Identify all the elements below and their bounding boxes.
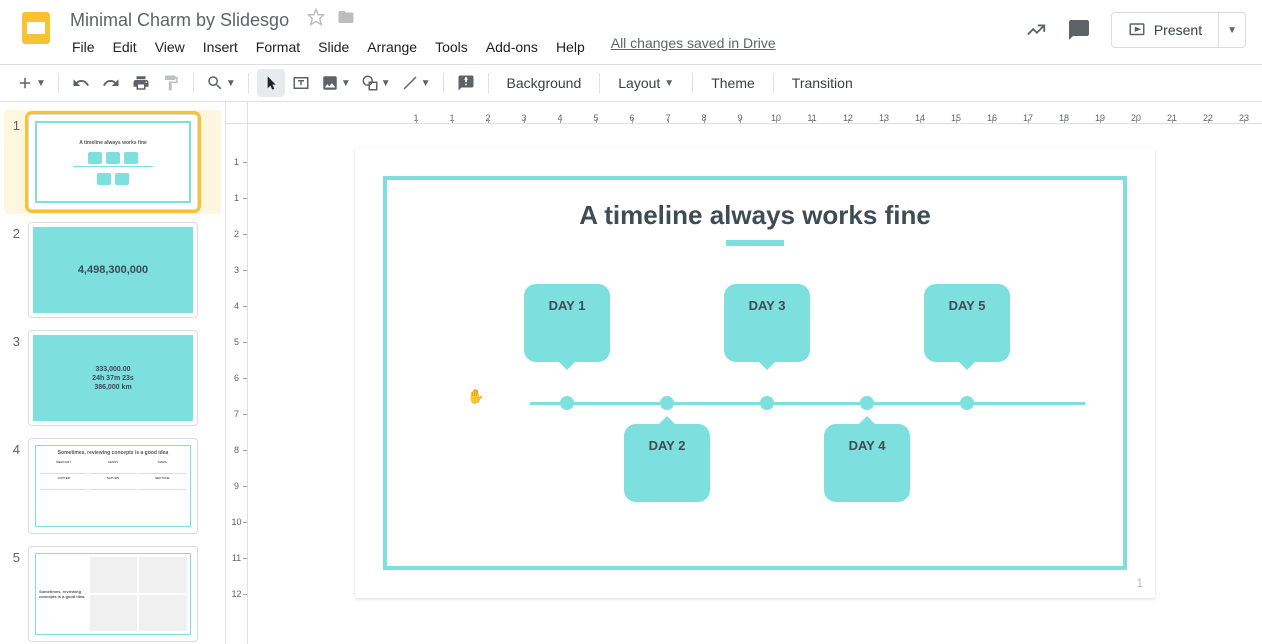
shape-tool[interactable]: ▼ bbox=[357, 69, 395, 97]
header-right: Present ▼ bbox=[1025, 8, 1246, 48]
slide-thumb-2[interactable]: 2 4,498,300,000 bbox=[4, 222, 221, 318]
slides-logo-icon[interactable] bbox=[16, 8, 56, 48]
canvas-area: 1123456789101112131415161718192021222324… bbox=[226, 102, 1262, 644]
slide-frame bbox=[383, 176, 1127, 570]
save-status[interactable]: All changes saved in Drive bbox=[611, 35, 776, 59]
activity-icon[interactable] bbox=[1025, 19, 1047, 41]
slide-thumb-4[interactable]: 4 Sometimes, reviewing concepts is a goo… bbox=[4, 438, 221, 534]
menu-file[interactable]: File bbox=[64, 35, 103, 59]
timeline-box-day4[interactable]: DAY 4 bbox=[824, 424, 910, 502]
present-label: Present bbox=[1154, 22, 1202, 38]
menu-addons[interactable]: Add-ons bbox=[478, 35, 546, 59]
timeline-line bbox=[530, 402, 1085, 405]
ruler-corner bbox=[226, 102, 248, 124]
folder-icon[interactable] bbox=[337, 8, 355, 29]
menu-edit[interactable]: Edit bbox=[105, 35, 145, 59]
title-area: Minimal Charm by Slidesgo File Edit View… bbox=[64, 8, 1025, 59]
layout-button[interactable]: Layout▼ bbox=[608, 69, 684, 97]
slide-page-number: 1 bbox=[1136, 576, 1143, 590]
menu-format[interactable]: Format bbox=[248, 35, 308, 59]
toolbar: ▼ ▼ ▼ ▼ ▼ Background Layout▼ Theme Trans… bbox=[0, 64, 1262, 102]
menu-slide[interactable]: Slide bbox=[310, 35, 357, 59]
background-button[interactable]: Background bbox=[497, 69, 592, 97]
menubar: File Edit View Insert Format Slide Arran… bbox=[64, 35, 1025, 59]
slide-thumb-1[interactable]: 1 A timeline always works fine bbox=[4, 110, 221, 214]
document-title[interactable]: Minimal Charm by Slidesgo bbox=[64, 8, 295, 33]
new-slide-button[interactable]: ▼ bbox=[12, 69, 50, 97]
paint-format-button[interactable] bbox=[157, 69, 185, 97]
undo-button[interactable] bbox=[67, 69, 95, 97]
slide-canvas[interactable]: A timeline always works fine DAY 1 DAY 2… bbox=[355, 148, 1155, 598]
slide-thumb-3[interactable]: 3 333,000.00 24h 37m 23s 386,000 km bbox=[4, 330, 221, 426]
select-tool[interactable] bbox=[257, 69, 285, 97]
comments-icon[interactable] bbox=[1067, 18, 1091, 42]
menu-insert[interactable]: Insert bbox=[195, 35, 246, 59]
menu-tools[interactable]: Tools bbox=[427, 35, 476, 59]
ruler-vertical[interactable]: 1123456789101112 bbox=[226, 124, 248, 644]
star-icon[interactable] bbox=[307, 8, 325, 29]
timeline-dot bbox=[760, 396, 774, 410]
timeline-dot bbox=[560, 396, 574, 410]
present-dropdown[interactable]: ▼ bbox=[1218, 13, 1245, 47]
timeline[interactable]: DAY 1 DAY 2 DAY 3 DAY 4 DAY 5 bbox=[530, 398, 1085, 400]
theme-button[interactable]: Theme bbox=[701, 69, 765, 97]
textbox-tool[interactable] bbox=[287, 69, 315, 97]
timeline-box-day2[interactable]: DAY 2 bbox=[624, 424, 710, 502]
app-header: Minimal Charm by Slidesgo File Edit View… bbox=[0, 0, 1262, 64]
image-tool[interactable]: ▼ bbox=[317, 69, 355, 97]
canvas-scroll[interactable]: A timeline always works fine DAY 1 DAY 2… bbox=[248, 124, 1262, 644]
slide-thumb-5[interactable]: 5 Sometimes, reviewing concepts is a goo… bbox=[4, 546, 221, 642]
redo-button[interactable] bbox=[97, 69, 125, 97]
print-button[interactable] bbox=[127, 69, 155, 97]
title-underline bbox=[726, 240, 784, 246]
timeline-dot bbox=[660, 396, 674, 410]
zoom-button[interactable]: ▼ bbox=[202, 69, 240, 97]
timeline-box-day3[interactable]: DAY 3 bbox=[724, 284, 810, 362]
present-button[interactable]: Present bbox=[1112, 13, 1218, 47]
menu-help[interactable]: Help bbox=[548, 35, 593, 59]
transition-button[interactable]: Transition bbox=[782, 69, 863, 97]
timeline-box-day1[interactable]: DAY 1 bbox=[524, 284, 610, 362]
present-button-group: Present ▼ bbox=[1111, 12, 1246, 48]
timeline-dot bbox=[860, 396, 874, 410]
line-tool[interactable]: ▼ bbox=[397, 69, 435, 97]
main-area: 1 A timeline always works fine 2 4,498,3… bbox=[0, 102, 1262, 644]
slide-title[interactable]: A timeline always works fine bbox=[355, 200, 1155, 231]
menu-view[interactable]: View bbox=[147, 35, 193, 59]
menu-arrange[interactable]: Arrange bbox=[359, 35, 425, 59]
comment-button[interactable] bbox=[452, 69, 480, 97]
ruler-horizontal[interactable]: 1123456789101112131415161718192021222324… bbox=[248, 102, 1262, 124]
timeline-dot bbox=[960, 396, 974, 410]
filmstrip[interactable]: 1 A timeline always works fine 2 4,498,3… bbox=[0, 102, 226, 644]
timeline-box-day5[interactable]: DAY 5 bbox=[924, 284, 1010, 362]
